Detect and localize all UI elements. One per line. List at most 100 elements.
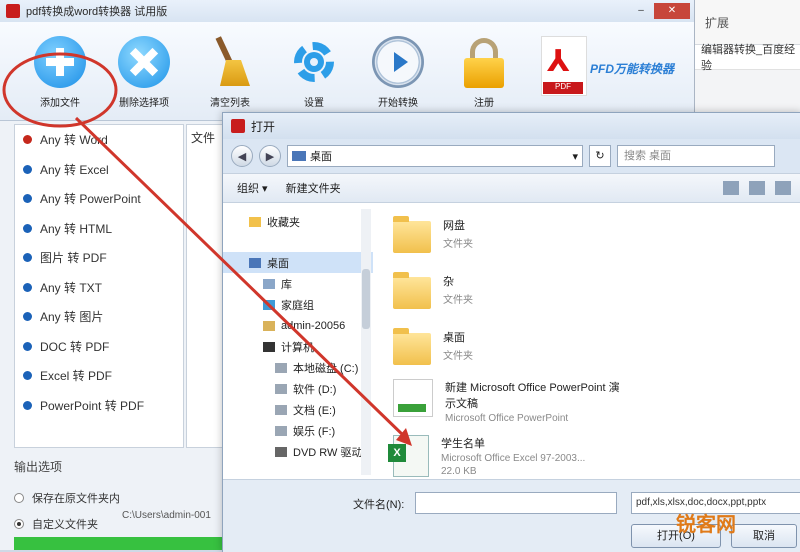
conversion-item[interactable]: Any 转 Excel [15,155,183,185]
nav-drive-e[interactable]: 文档 (E:) [223,399,373,420]
user-folder-icon [263,320,275,331]
cancel-button[interactable]: 取消 [731,524,797,548]
radio-dot-icon [23,282,32,292]
list-item[interactable]: 桌面 文件夹 [393,328,473,365]
nav-drive-f[interactable]: 娱乐 (F:) [223,420,373,441]
computer-icon [263,341,275,352]
nav-dvd[interactable]: DVD RW 驱动 [223,441,373,462]
folder-icon [393,272,431,309]
progress-bar [14,537,228,550]
desktop-icon [249,257,261,268]
start-convert-button[interactable]: 开始转换 [358,36,438,109]
add-file-button[interactable]: 添加文件 [20,36,100,109]
lock-icon [458,36,510,88]
search-input[interactable]: 搜索 桌面 [617,145,775,167]
pdf-logo: ⅄ PDF [535,36,595,106]
dvd-icon [275,446,287,457]
conversion-item[interactable]: PowerPoint 转 PDF [15,391,183,421]
nav-homegroup[interactable]: 家庭组 [223,294,373,315]
nav-library[interactable]: 库 [223,273,373,294]
conversion-item[interactable]: Excel 转 PDF [15,361,183,391]
organize-button[interactable]: 组织 ▾ [237,180,268,196]
close-button[interactable]: ✕ [654,3,690,19]
nav-favorites[interactable]: 收藏夹 [223,211,373,232]
conversion-item[interactable]: Any 转 Word [15,125,183,155]
radio-dot-icon [23,341,32,351]
list-item[interactable]: 网盘 文件夹 [393,216,473,253]
refresh-button[interactable]: ↻ [589,145,611,167]
conversion-type-list: Any 转 Word Any 转 Excel Any 转 PowerPoint … [14,124,184,448]
nav-computer[interactable]: 计算机 [223,336,373,357]
folder-icon [393,216,431,253]
conversion-item[interactable]: Any 转 PowerPoint [15,184,183,214]
help-icon[interactable] [775,181,791,195]
add-file-label: 添加文件 [40,98,80,109]
open-file-dialog: 打开 ◀ ▶ 桌面 ▾ ↻ 搜索 桌面 组织 ▾ 新建文件夹 收藏夹 桌面 库 … [222,112,800,552]
watermark-logo: 锐客网 [676,514,736,536]
drive-icon [275,362,287,373]
new-folder-button[interactable]: 新建文件夹 [286,180,341,196]
star-icon [249,216,261,227]
background-tab-title[interactable]: 编辑器转换_百度经验 [693,44,800,72]
conversion-item[interactable]: DOC 转 PDF [15,332,183,362]
settings-button[interactable]: 设置 [274,36,354,109]
dialog-titlebar: 打开 [223,113,800,139]
nav-user[interactable]: admin-20056 [223,315,373,336]
nav-drive-c[interactable]: 本地磁盘 (C:) [223,357,373,378]
window-titlebar: pdf转换成word转换器 试用版 – ✕ [0,0,694,23]
broom-icon [204,36,256,88]
settings-label: 设置 [304,98,324,109]
drive-icon [275,383,287,394]
conversion-item[interactable]: Any 转 TXT [15,273,183,303]
radio-icon [14,493,24,503]
radio-dot-icon [23,194,32,204]
start-convert-label: 开始转换 [378,98,418,109]
back-button[interactable]: ◀ [231,145,253,167]
delete-selected-button[interactable]: 删除选择项 [104,36,184,109]
delete-selected-label: 删除选择项 [119,98,169,109]
acrobat-icon: ⅄ [547,45,570,78]
radio-dot-icon [23,400,32,410]
file-column-header[interactable]: 文件 [187,125,227,150]
navigation-pane: 收藏夹 桌面 库 家庭组 admin-20056 计算机 本地磁盘 (C:) 软… [223,203,374,479]
preview-pane-icon[interactable] [749,181,765,195]
conversion-item[interactable]: Any 转 图片 [15,302,183,332]
conversion-item[interactable]: 图片 转 PDF [15,243,183,273]
nav-drive-d[interactable]: 软件 (D:) [223,378,373,399]
nav-scrollbar[interactable] [361,209,371,475]
list-item[interactable]: X 学生名单 Microsoft Office Excel 97-2003... 2… [388,435,585,477]
filename-input[interactable] [415,492,617,514]
minimize-button[interactable]: – [630,3,652,19]
folder-icon [393,328,431,365]
forward-button[interactable]: ▶ [259,145,281,167]
radio-dot-icon [23,371,32,381]
radio-dot-icon [23,253,32,263]
radio-dot-icon [23,312,32,322]
drive-icon [275,404,287,415]
list-item[interactable]: 杂文件夹 [393,272,473,309]
library-icon [263,278,275,289]
clear-list-button[interactable]: 清空列表 [190,36,270,109]
radio-dot-icon [23,223,32,233]
gear-icon [288,36,340,88]
output-options-title: 输出选项 [14,460,63,474]
save-original-folder-option[interactable]: 保存在原文件夹内 [14,485,228,511]
conversion-item[interactable]: Any 转 HTML [15,214,183,244]
output-path[interactable]: C:\Users\admin-001 [122,510,211,521]
register-label: 注册 [474,98,494,109]
chevron-down-icon[interactable]: ▾ [572,150,582,163]
dialog-title: 打开 [251,119,276,134]
background-menu-bar: 扩展 [693,0,800,45]
extension-menu[interactable]: 扩展 [705,14,729,31]
view-options-icon[interactable] [723,181,739,195]
register-button[interactable]: 注册 [444,36,524,109]
app-icon [6,4,20,18]
radio-dot-icon [23,135,32,145]
nav-desktop[interactable]: 桌面 [223,252,373,273]
address-bar[interactable]: 桌面 ▾ [287,145,583,167]
list-item[interactable]: 新建 Microsoft Office PowerPoint 演示文稿 Micro… [393,379,625,424]
filename-label: 文件名(N): [353,499,405,511]
radio-selected-icon [14,519,24,529]
play-icon [372,36,424,88]
delete-x-icon [118,36,170,88]
